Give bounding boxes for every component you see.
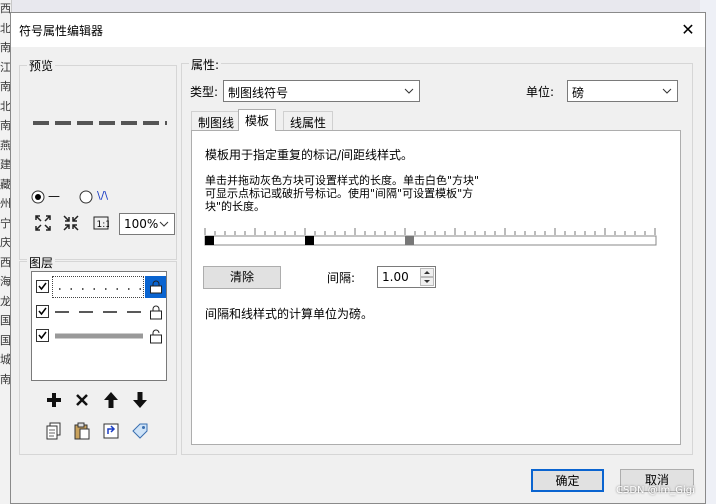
- tag-icon[interactable]: [129, 420, 151, 442]
- template-description: 模板用于指定重复的标记/间距线样式。: [205, 148, 414, 162]
- lock-icon[interactable]: [148, 304, 164, 320]
- interval-value: 1.00: [382, 270, 409, 284]
- layer-row[interactable]: [33, 325, 165, 347]
- template-instructions-2: 可显示点标记或破折号标记。使用"间隔"可设置模板"方: [205, 187, 474, 200]
- spinner-up-icon[interactable]: [420, 268, 434, 277]
- actual-size-icon[interactable]: 1:1: [90, 212, 112, 234]
- clear-button[interactable]: 清除: [203, 266, 281, 289]
- zoom-out-fit-icon[interactable]: [60, 212, 82, 234]
- layer-visible-checkbox[interactable]: [36, 329, 49, 342]
- radio-solid-glyph: —: [48, 189, 60, 203]
- template-tab-panel: 模板用于指定重复的标记/间距线样式。 单击并拖动灰色方块可设置样式的长度。单击白…: [191, 130, 681, 445]
- title-bar: 符号属性编辑器 ✕: [11, 13, 705, 47]
- move-up-icon[interactable]: [100, 389, 122, 411]
- interval-spinner[interactable]: 1.00: [377, 266, 436, 288]
- template-editor[interactable]: [204, 225, 658, 247]
- delete-layer-icon[interactable]: [71, 389, 93, 411]
- unit-select[interactable]: 磅: [567, 80, 678, 102]
- type-label: 类型:: [190, 85, 219, 99]
- interval-label: 间隔:: [327, 271, 356, 285]
- chevron-down-icon: [159, 221, 169, 227]
- close-button[interactable]: ✕: [675, 17, 701, 43]
- type-select[interactable]: 制图线符号: [223, 80, 420, 102]
- layer-visible-checkbox[interactable]: [36, 280, 49, 293]
- paste-layer-icon[interactable]: [71, 420, 93, 442]
- layer-visible-checkbox[interactable]: [36, 305, 49, 318]
- preview-label: 预览: [27, 57, 56, 74]
- svg-text:1:1: 1:1: [97, 220, 110, 230]
- copy-layer-icon[interactable]: [43, 420, 65, 442]
- template-instructions-1: 单击并拖动灰色方块可设置样式的长度。单击白色"方块": [205, 174, 480, 187]
- watermark: CSDN @lm_Gigi: [616, 485, 695, 496]
- reset-layer-icon[interactable]: [100, 420, 122, 442]
- layer-row[interactable]: [33, 276, 166, 298]
- dialog-title: 符号属性编辑器: [19, 24, 104, 38]
- lock-icon[interactable]: [145, 276, 166, 298]
- layers-list[interactable]: [31, 271, 167, 381]
- tab-template[interactable]: 模板: [238, 109, 277, 131]
- layer-preview-dotted: [52, 276, 144, 298]
- unit-label: 单位:: [526, 85, 555, 99]
- chevron-down-icon: [662, 88, 672, 94]
- spinner-down-icon[interactable]: [420, 277, 434, 286]
- layer-preview-dashed: [55, 311, 143, 313]
- tab-line-properties[interactable]: 线属性: [283, 111, 334, 131]
- symbol-property-editor-dialog: 符号属性编辑器 ✕ 预览 — \/\ 1:1 100% 图层 属性: 类型: 制…: [10, 12, 706, 504]
- chevron-down-icon: [404, 88, 414, 94]
- move-down-icon[interactable]: [129, 389, 151, 411]
- interval-note: 间隔和线样式的计算单位为磅。: [205, 307, 374, 321]
- preview-line: [33, 121, 167, 125]
- tab-cartographic-line[interactable]: 制图线: [191, 111, 242, 131]
- zoom-in-fit-icon[interactable]: [32, 212, 54, 234]
- radio-solid-style[interactable]: [31, 190, 45, 204]
- ok-button[interactable]: 确定: [531, 469, 604, 492]
- template-instructions-3: 块"的长度。: [205, 200, 266, 213]
- zoom-select[interactable]: 100%: [119, 213, 175, 235]
- radio-zigzag-style[interactable]: [79, 190, 93, 204]
- layer-row[interactable]: [33, 301, 165, 323]
- layers-label: 图层: [27, 254, 56, 271]
- properties-label: 属性:: [189, 56, 222, 73]
- unlock-icon[interactable]: [148, 328, 164, 344]
- radio-zigzag-glyph: \/\: [97, 189, 109, 202]
- layer-preview-solid: [55, 333, 143, 339]
- add-layer-icon[interactable]: [43, 389, 65, 411]
